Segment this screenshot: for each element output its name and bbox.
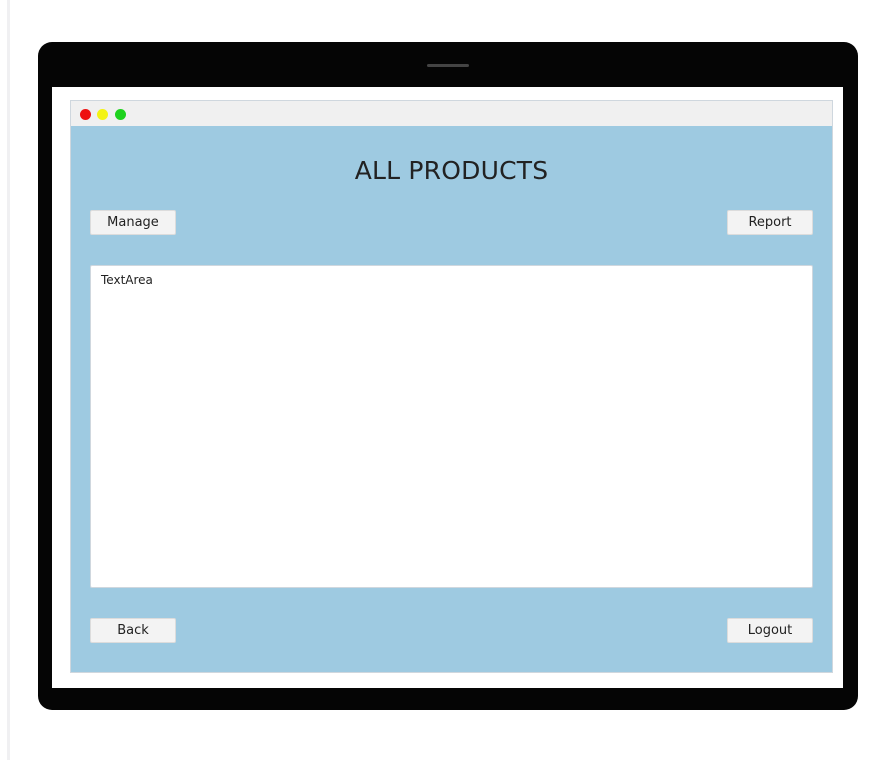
back-button[interactable]: Back [90,618,176,643]
close-icon[interactable] [80,109,91,120]
app-window: ALL PRODUCTS Manage Report TextArea Back… [70,100,833,673]
manage-button[interactable]: Manage [90,210,176,235]
report-button[interactable]: Report [727,210,813,235]
maximize-icon[interactable] [115,109,126,120]
page-title: ALL PRODUCTS [354,156,549,185]
left-divider [7,0,10,760]
speaker-slot [427,64,469,67]
page: ALL PRODUCTS Manage Report TextArea Back… [0,0,870,760]
device-frame: ALL PRODUCTS Manage Report TextArea Back… [38,42,858,710]
window-titlebar [71,101,832,126]
minimize-icon[interactable] [97,109,108,120]
products-textarea[interactable]: TextArea [90,265,813,588]
device-screen: ALL PRODUCTS Manage Report TextArea Back… [52,87,843,688]
logout-button[interactable]: Logout [727,618,813,643]
